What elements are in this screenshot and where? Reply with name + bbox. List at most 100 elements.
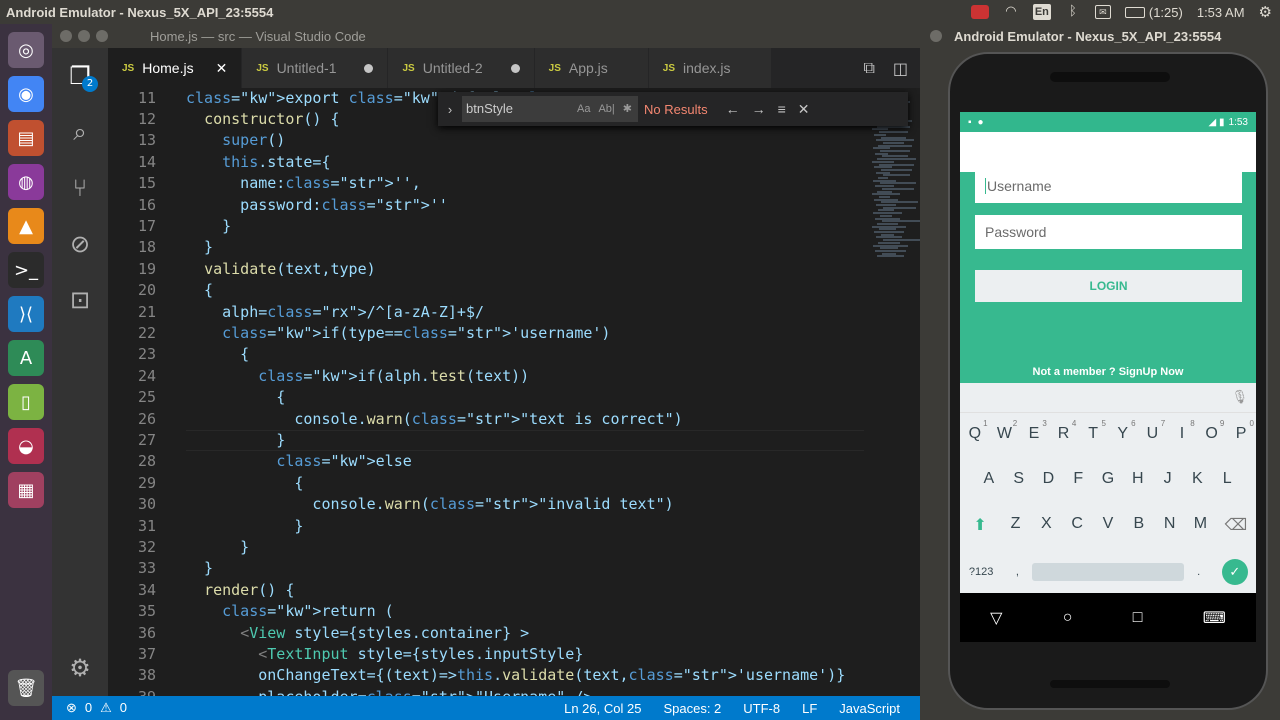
code-line[interactable]: 21 alph=class="rx">/^[a-zA-Z]+$/: [108, 302, 868, 323]
split-editor-icon[interactable]: ◫: [893, 59, 908, 78]
encoding[interactable]: UTF-8: [743, 701, 780, 716]
code-line[interactable]: 24 class="kw">if(alph.test(text)): [108, 366, 868, 387]
code-line[interactable]: 35 class="kw">return (: [108, 601, 868, 622]
close-tab-icon[interactable]: ✕: [216, 60, 228, 77]
back-nav-icon[interactable]: ▽: [990, 608, 1002, 628]
close-find-icon[interactable]: ✕: [798, 101, 810, 118]
explorer-icon[interactable]: ❐ 2: [52, 48, 108, 104]
comma-key[interactable]: ,: [1002, 566, 1032, 578]
code-line[interactable]: 15 name:class="str">'',: [108, 173, 868, 194]
microphone-icon[interactable]: 🎙: [1231, 389, 1248, 405]
code-line[interactable]: 31 }: [108, 516, 868, 537]
search-icon[interactable]: ⌕: [52, 104, 108, 160]
bluetooth-icon[interactable]: ᛒ: [1065, 4, 1081, 19]
tab-untitled-1[interactable]: JS Untitled-1: [242, 48, 389, 88]
code-line[interactable]: 36 <View style={styles.container} >: [108, 623, 868, 644]
key-k[interactable]: K: [1182, 470, 1212, 488]
errors-icon[interactable]: ⊗: [66, 700, 77, 716]
end-of-line[interactable]: LF: [802, 701, 817, 716]
period-key[interactable]: .: [1184, 566, 1214, 578]
code-line[interactable]: 39 placeholder=class="str">"Username" />: [108, 687, 868, 696]
maximize-window-button[interactable]: [96, 30, 108, 42]
code-line[interactable]: 38 onChangeText={(text)=>this.validate(t…: [108, 665, 868, 686]
code-line[interactable]: 27 }: [108, 430, 868, 451]
key-z[interactable]: Z: [1000, 515, 1031, 535]
key-x[interactable]: X: [1031, 515, 1062, 535]
key-s[interactable]: S: [1004, 470, 1034, 488]
clock[interactable]: 1:53 AM: [1197, 5, 1245, 20]
key-r[interactable]: R4: [1049, 419, 1079, 443]
code-line[interactable]: 25 {: [108, 387, 868, 408]
key-i[interactable]: I8: [1167, 419, 1197, 443]
regex-toggle-icon[interactable]: ✱: [623, 96, 632, 122]
source-control-icon[interactable]: ⑂: [52, 160, 108, 216]
extensions-icon[interactable]: ⊡: [52, 272, 108, 328]
home-nav-icon[interactable]: ○: [1063, 609, 1073, 627]
code-line[interactable]: 23 {: [108, 344, 868, 365]
next-match-arrow-icon[interactable]: →: [752, 101, 766, 117]
key-d[interactable]: D: [1034, 470, 1064, 488]
code-line[interactable]: 18 }: [108, 237, 868, 258]
warning-count[interactable]: 0: [120, 700, 127, 716]
settings-gear-icon[interactable]: ⚙: [1259, 3, 1272, 21]
tab-app-js[interactable]: JS App.js: [534, 48, 649, 88]
unsaved-dot-icon[interactable]: [510, 63, 520, 73]
key-v[interactable]: V: [1093, 515, 1124, 535]
key-u[interactable]: U7: [1138, 419, 1168, 443]
battery-indicator[interactable]: (1:25): [1124, 5, 1183, 20]
keyboard-layout-indicator[interactable]: En: [1032, 4, 1051, 20]
code-line[interactable]: 13 super(): [108, 130, 868, 151]
debug-icon[interactable]: ⊘: [52, 216, 108, 272]
manage-gear-icon[interactable]: ⚙: [52, 640, 108, 696]
key-e[interactable]: E3: [1019, 419, 1049, 443]
space-bar[interactable]: [1032, 563, 1184, 581]
ubuntu-dash-icon[interactable]: ◎: [8, 32, 44, 68]
close-emulator-button[interactable]: [930, 30, 942, 42]
shift-key-icon[interactable]: ⬆: [960, 515, 1000, 535]
enter-key[interactable]: ✓: [1214, 559, 1256, 585]
password-input[interactable]: Password: [975, 215, 1242, 249]
code-line[interactable]: 29 {: [108, 473, 868, 494]
toggle-replace-chevron-icon[interactable]: ›: [438, 102, 462, 117]
symbols-key[interactable]: ?123: [960, 566, 1002, 578]
code-editor[interactable]: 11class="kw">export class="kw">default c…: [108, 88, 920, 696]
record-icon[interactable]: [970, 5, 989, 19]
code-line[interactable]: 22 class="kw">if(type==class="str">'user…: [108, 323, 868, 344]
close-window-button[interactable]: [60, 30, 72, 42]
key-p[interactable]: P0: [1226, 419, 1256, 443]
workspace-switcher-icon[interactable]: ▦: [8, 472, 44, 508]
tab-index-js[interactable]: JS index.js: [648, 48, 772, 88]
cursor-position[interactable]: Ln 26, Col 25: [564, 701, 641, 716]
unsaved-dot-icon[interactable]: [364, 63, 374, 73]
language-mode[interactable]: JavaScript: [839, 701, 900, 716]
key-m[interactable]: M: [1185, 515, 1216, 535]
minimap[interactable]: [868, 88, 920, 696]
vlc-icon[interactable]: ▲: [8, 208, 44, 244]
error-count[interactable]: 0: [85, 700, 92, 716]
login-button[interactable]: LOGIN: [975, 270, 1242, 302]
match-word-toggle[interactable]: Ab|: [598, 96, 614, 122]
code-line[interactable]: 20 {: [108, 280, 868, 301]
mail-icon[interactable]: ✉: [1094, 5, 1111, 19]
code-line[interactable]: 34 render() {: [108, 580, 868, 601]
wifi-icon[interactable]: ◠: [1003, 4, 1019, 19]
find-in-selection-icon[interactable]: ≡: [778, 101, 786, 117]
code-line[interactable]: 19 validate(text,type): [108, 259, 868, 280]
username-input[interactable]: Username: [975, 169, 1242, 203]
tab-untitled-2[interactable]: JS Untitled-2: [388, 48, 535, 88]
code-line[interactable]: 14 this.state={: [108, 152, 868, 173]
vscode-icon[interactable]: ⟩⟨: [8, 296, 44, 332]
files-icon[interactable]: ▤: [8, 120, 44, 156]
chrome-icon[interactable]: ◉: [8, 76, 44, 112]
key-w[interactable]: W2: [990, 419, 1020, 443]
warnings-icon[interactable]: ⚠: [100, 700, 112, 716]
indentation[interactable]: Spaces: 2: [663, 701, 721, 716]
camera-icon[interactable]: ◍: [8, 164, 44, 200]
open-changes-icon[interactable]: ⧉: [863, 58, 874, 78]
key-b[interactable]: B: [1123, 515, 1154, 535]
key-g[interactable]: G: [1093, 470, 1123, 488]
previous-match-arrow-icon[interactable]: ←: [726, 101, 740, 117]
code-line[interactable]: 28 class="kw">else: [108, 451, 868, 472]
code-line[interactable]: 32 }: [108, 537, 868, 558]
backspace-key-icon[interactable]: ⌫: [1216, 515, 1256, 535]
